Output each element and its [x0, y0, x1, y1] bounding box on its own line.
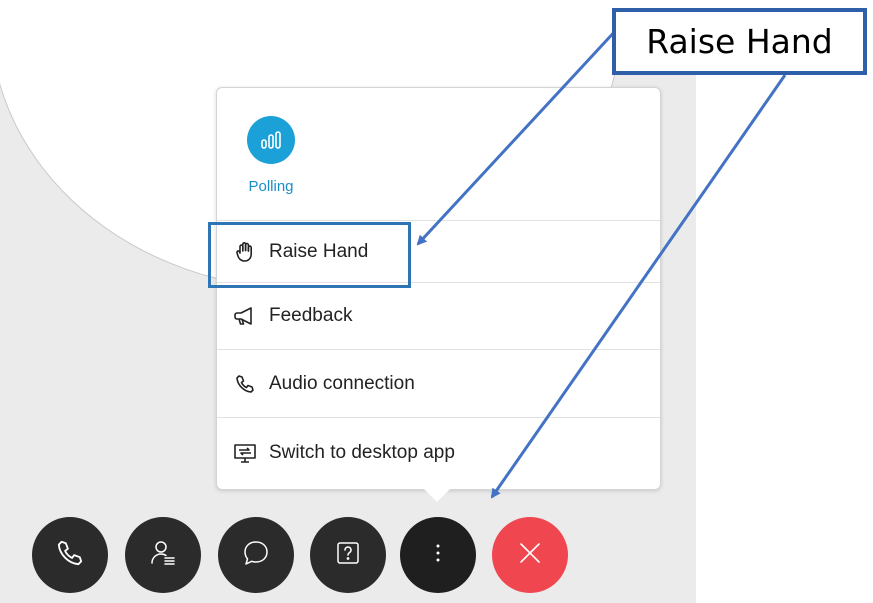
more-button[interactable] [400, 517, 476, 593]
raise-hand-callout: Raise Hand [612, 8, 867, 75]
question-icon [335, 540, 361, 571]
menu-item-switch-desktop[interactable]: Switch to desktop app [217, 418, 660, 488]
phone-icon [233, 372, 257, 396]
chat-icon [241, 538, 271, 573]
polling-section: Polling [217, 88, 660, 221]
chat-button[interactable] [218, 517, 294, 593]
qa-button[interactable] [310, 517, 386, 593]
menu-caret [424, 489, 450, 502]
megaphone-icon [233, 304, 257, 328]
raise-hand-highlight [208, 222, 411, 288]
more-options-menu: Polling Raise Hand Feedback Audio connec… [216, 87, 661, 490]
participants-button[interactable] [125, 517, 201, 593]
participants-icon [148, 538, 178, 573]
leave-meeting-button[interactable] [492, 517, 568, 593]
menu-item-label: Switch to desktop app [269, 442, 455, 463]
phone-icon [56, 539, 84, 572]
close-icon [517, 540, 543, 571]
menu-item-audio-connection[interactable]: Audio connection [217, 350, 660, 418]
more-icon [435, 542, 441, 569]
menu-item-label: Audio connection [269, 372, 415, 394]
audio-button[interactable] [32, 517, 108, 593]
menu-item-label: Feedback [269, 305, 353, 326]
polling-label[interactable]: Polling [234, 178, 308, 195]
desktop-switch-icon [233, 441, 257, 465]
menu-item-feedback[interactable]: Feedback [217, 283, 660, 350]
poll-chart-icon[interactable] [247, 116, 295, 164]
